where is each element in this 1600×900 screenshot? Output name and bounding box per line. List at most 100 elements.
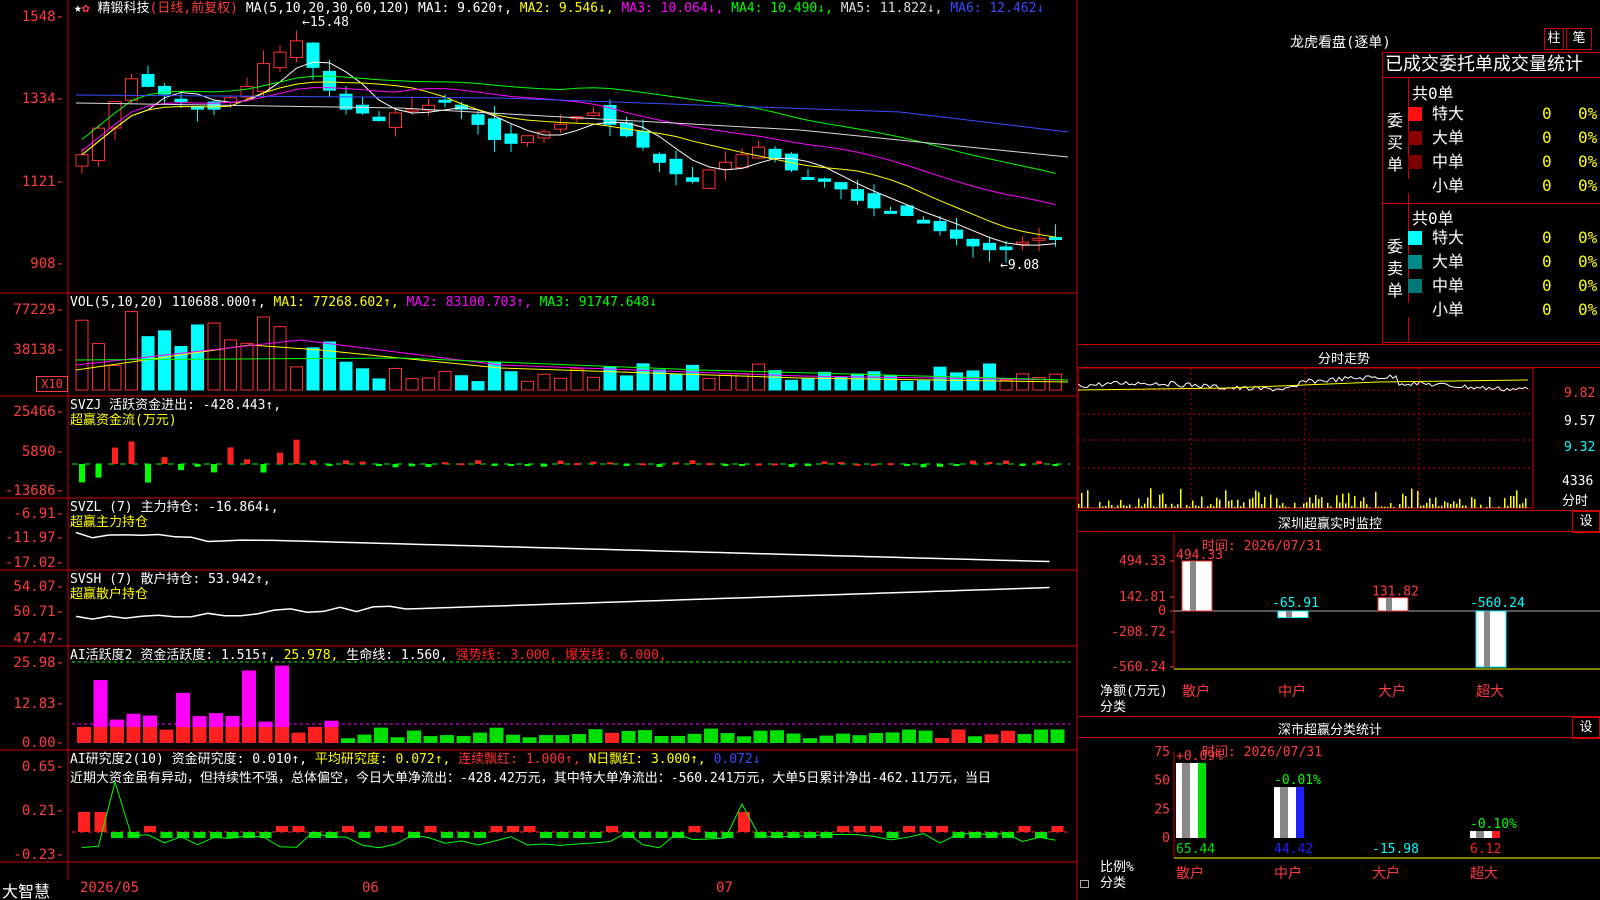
ss-settings-button[interactable]: 设 [1572,717,1600,739]
fenshi-vol-149 [1525,498,1527,508]
ai1-bar-20 [407,730,421,743]
ai1-top-15 [324,720,339,727]
ai2-bar-59 [1051,826,1064,832]
fenshi-vol-49 [1225,490,1227,508]
vol-bar-10 [240,342,254,391]
svsh-tick-0: 54.07- [13,579,64,595]
bar-mode-button[interactable]: 柱 [1544,28,1564,50]
fenshi-vol-60 [1258,492,1260,508]
ai2-bar-20 [408,832,420,838]
ai1-bar-3 [126,727,141,743]
svzj-bar-1 [95,464,102,478]
price-tick-1: 1334- [21,91,64,107]
candle-31 [587,112,600,116]
svzj-bar-19 [392,464,399,468]
svzj-bar-37 [689,460,696,464]
ai1-tick-1: 12.83- [13,696,64,712]
candle-37 [686,177,699,182]
fenshi-vol-38 [1192,500,1194,508]
ai2-bar-34 [639,832,651,838]
candle-22 [438,99,452,103]
fenshi-vol-21 [1141,506,1143,508]
svzj-bar-39 [722,464,729,466]
ss-cat-1: 中户 [1274,865,1302,882]
ss-bar-color-0 [1198,762,1206,838]
vol-tick-1: 38138- [13,342,64,358]
vol-ma-key-2: MA3: [531,295,571,310]
vol-ma-val-2: 91747.648↓ [570,295,658,310]
candle-55 [983,242,996,251]
ai1-bar-23 [456,735,471,743]
ss-chg-0: +0.09% [1176,749,1223,764]
fenshi-vol-unit: 分时 [1562,494,1589,509]
fenshi-vol-74 [1300,507,1302,508]
candle-51 [917,219,930,224]
svzj-bar-38 [706,463,712,466]
ma-val-5: 12.462↓ [981,1,1045,16]
candle-56 [999,246,1013,251]
vol-bar-43 [785,379,798,391]
fenshi-vol-110 [1408,506,1410,508]
tick-mode-button[interactable]: 笔 [1566,28,1592,50]
buy-label: 委买单 [1386,111,1403,174]
sell-label: 委卖单 [1386,237,1403,300]
sz-settings-button[interactable]: 设 [1572,511,1600,533]
fenshi-vol-14 [1120,499,1122,508]
fenshi-vol-107 [1399,503,1401,508]
ai1-bar-51 [918,730,933,743]
svzj-bar-27 [524,464,531,466]
ai2-bar-2 [111,832,123,838]
fenshi-vol-17 [1129,504,1131,508]
fenshi-vol-129 [1465,505,1467,508]
svzj-bar-40 [739,464,745,466]
vol-bar-30 [570,368,584,391]
ai1-bar-54 [968,736,982,743]
vol-title: VOL(5,10,20) 110688.000↑, MA1: 77268.602… [70,295,658,310]
sell-swatch-1 [1408,255,1422,269]
ai1-top-6 [176,692,190,727]
candle-59 [1049,237,1062,241]
fenshi-vol-58 [1252,497,1254,508]
fenshi-vol-115 [1423,505,1425,508]
fenshi-vol-89 [1345,503,1347,508]
ss-xlabel: 分类 [1100,876,1127,891]
vol-ma-key-0: MA1: [265,295,305,310]
svzj-bar-52 [937,464,943,467]
candle-49 [884,210,897,214]
fenshi-vol-147 [1519,504,1521,508]
fenshi-vol-124 [1450,503,1452,508]
ai1-top-2 [110,719,124,727]
svzl-tick-2: -17.02- [4,555,64,571]
vol-bar-13 [290,366,303,391]
fenshi-vol-148 [1522,503,1524,508]
vol-bar-24 [471,381,485,391]
ss-ytick-2: 25 [1154,802,1170,817]
favorite-icon[interactable]: ✿ [82,1,90,16]
sz-ytick-1: 142.81 [1119,590,1166,605]
vol-bar-39 [719,374,732,391]
svzj-bar-36 [673,462,679,465]
ai1-item-6: 3.000, [502,648,558,663]
fenshi-title: 分时走势 [1318,352,1371,367]
vol-bar-5 [158,330,171,391]
svzj-bar-54 [970,460,976,464]
svzj-bar-43 [788,464,795,468]
ai2-title: AI研究度2(10) 资金研究度: 0.010↑, 平均研究度: 0.072↑,… [70,752,761,767]
fenshi-vol-91 [1351,506,1353,508]
svzl-tick-0: -6.91- [13,506,64,522]
candle-6 [174,98,188,103]
fenshi-tick-3: 9.32 [1564,440,1596,455]
vol-bar-36 [669,373,683,391]
fenshi-vol-11 [1111,504,1113,508]
ai1-bar-45 [819,735,834,743]
fenshi-vol-123 [1447,502,1449,508]
vol-bar-44 [801,378,815,391]
svzj-bar-47 [854,463,861,466]
vol-bar-16 [339,361,353,391]
fenshi-vol-109 [1405,496,1407,508]
ai2-bar-5 [160,832,173,838]
candle-20 [405,108,419,112]
candle-11 [257,63,270,92]
fenshi-chart[interactable] [1078,368,1600,510]
vol-bar-50 [900,380,914,391]
